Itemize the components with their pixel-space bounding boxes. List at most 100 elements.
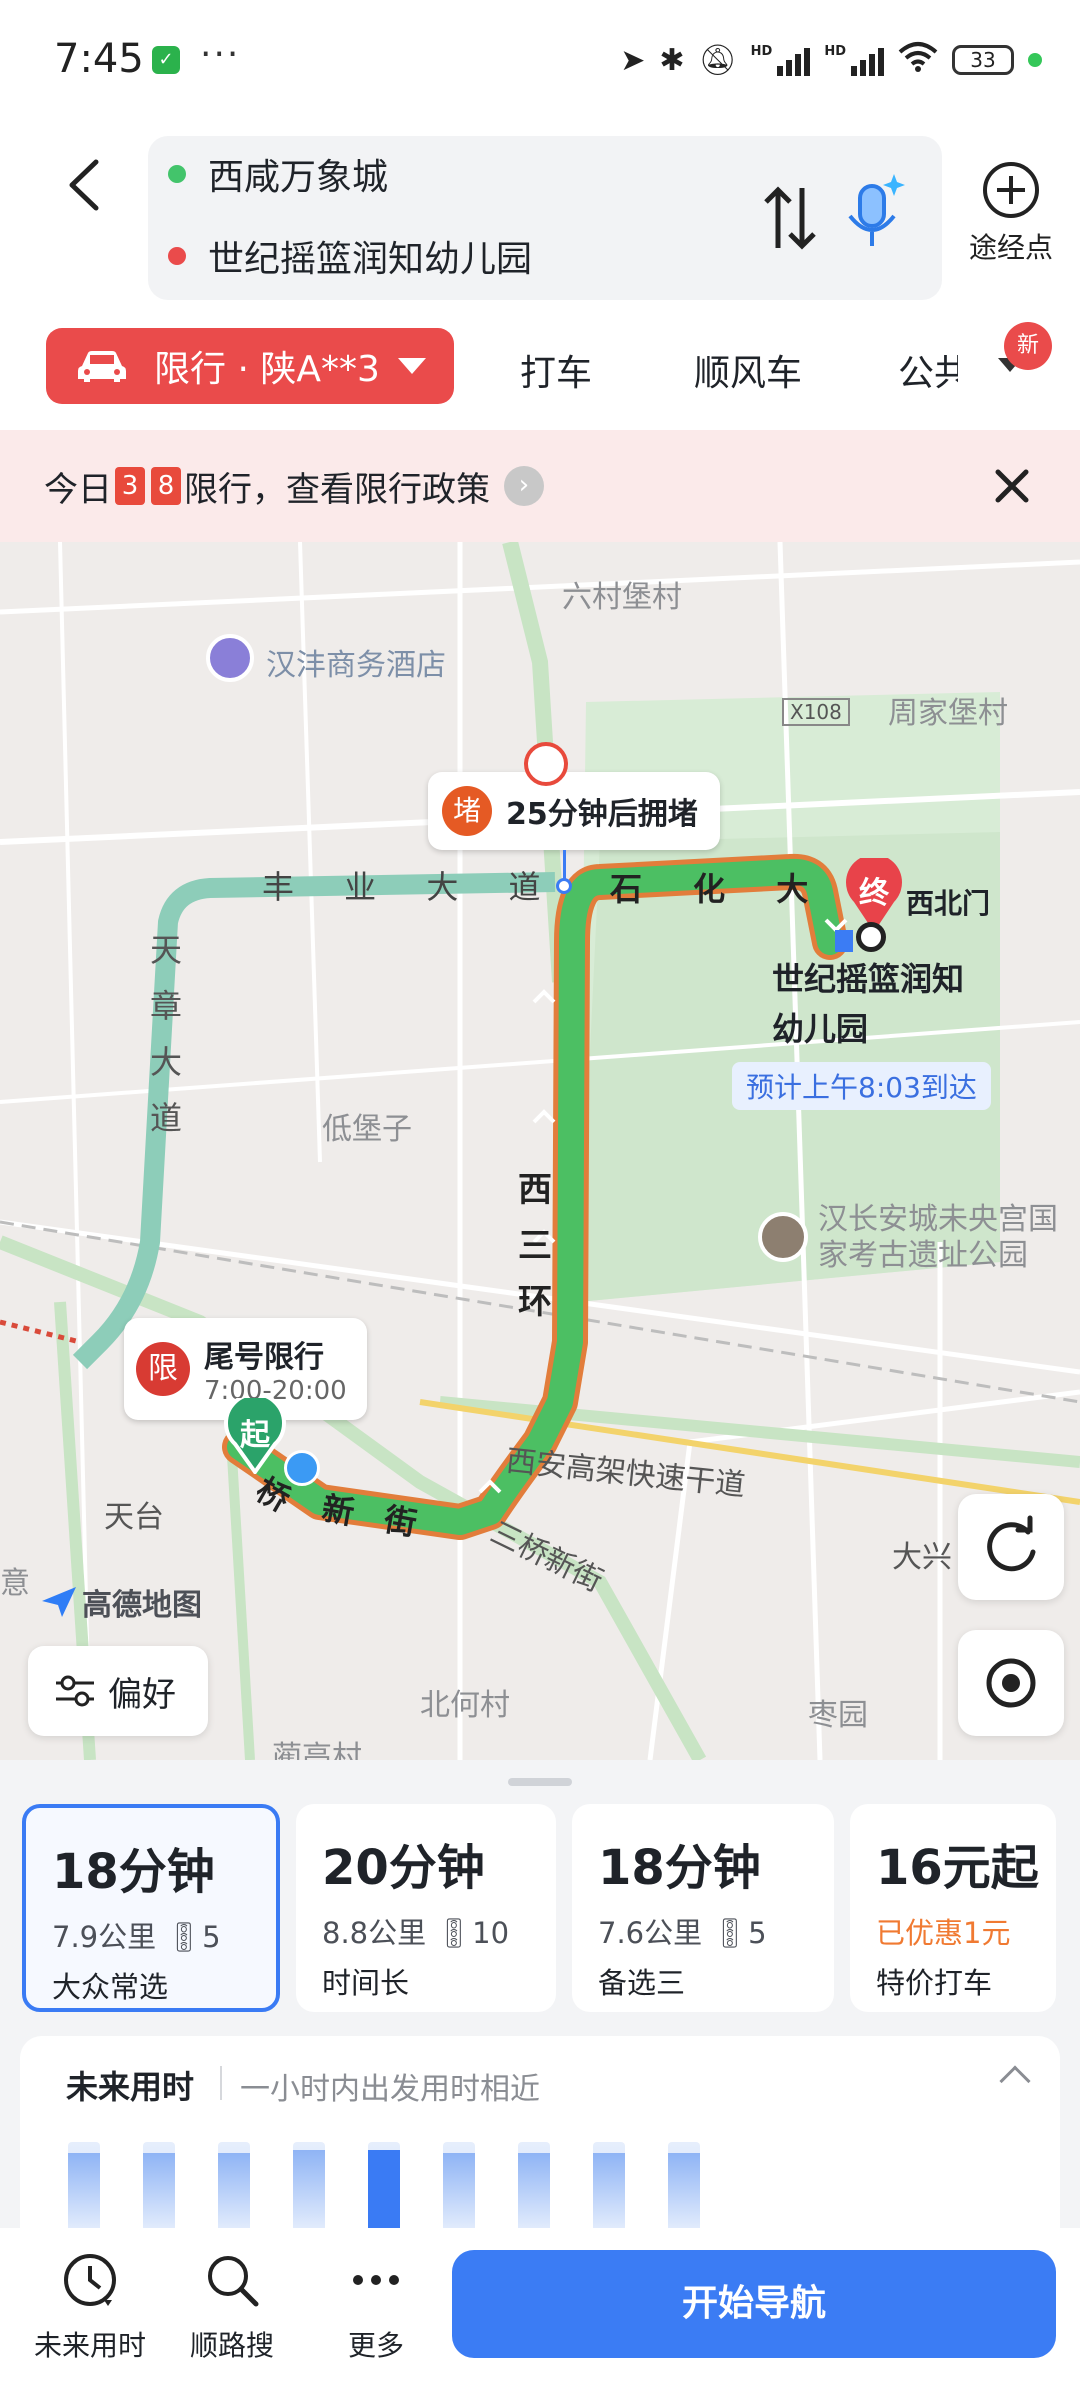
- voice-input-button[interactable]: [840, 170, 910, 260]
- signal-icon: HD: [751, 44, 811, 76]
- clock-icon: [64, 2254, 116, 2306]
- future-bar[interactable]: [368, 2142, 400, 2236]
- future-time-button[interactable]: 未来用时: [20, 2250, 160, 2364]
- future-bar-fill: [218, 2153, 250, 2236]
- privacy-indicator-dot: [1028, 53, 1042, 67]
- future-title: 未来用时: [66, 2068, 195, 2106]
- start-marker-label: 起: [240, 1418, 270, 1453]
- destination-point: [856, 922, 886, 952]
- transit-station-icon: [284, 1450, 320, 1486]
- eta-label: 预计上午8:03到达: [732, 1062, 991, 1110]
- future-bar-fill: [368, 2149, 400, 2236]
- more-dots-icon: [353, 2275, 399, 2285]
- congestion-point: [556, 878, 572, 894]
- map-view[interactable]: 六村堡村 汉沣商务酒店 X108 周家堡村 丰 业 大 道 石 化 大 道 天章…: [0, 542, 1080, 1760]
- restriction-notice[interactable]: 今日 3 8 限行，查看限行政策 ›: [0, 430, 1080, 542]
- origin-text: 西咸万象城: [208, 157, 389, 198]
- map-label-hotel: 汉沣商务酒店: [266, 648, 446, 683]
- taxi-card[interactable]: 16元起 已优惠1元 特价打车: [850, 1804, 1056, 2012]
- map-label-dipuzi: 低堡子: [322, 1112, 412, 1147]
- future-bar[interactable]: [293, 2142, 325, 2236]
- location-icon: ➤: [620, 42, 646, 78]
- destination-text: 世纪摇篮润知幼儿园: [208, 239, 533, 280]
- more-button[interactable]: 更多: [306, 2250, 446, 2364]
- status-icons: ➤ ✱ 🔕︎ HD HD 33: [620, 40, 1042, 80]
- amap-logo-text: 高德地图: [82, 1588, 202, 1623]
- map-label-liucunpu: 六村堡村: [562, 580, 682, 615]
- tab-transit[interactable]: 公共: [898, 344, 958, 396]
- car-icon: [78, 351, 126, 382]
- park-icon: [758, 1212, 808, 1262]
- search-along-button[interactable]: 顺路搜: [162, 2250, 302, 2364]
- future-bar[interactable]: [218, 2142, 250, 2236]
- destination-row[interactable]: 世纪摇篮润知幼儿园: [168, 226, 532, 286]
- future-time-panel: 未来用时 一小时内出发用时相近: [20, 2036, 1060, 2236]
- route-distance-lights: 8.8公里 🚦︎10: [322, 1916, 510, 1950]
- search-along-label: 顺路搜: [189, 2329, 274, 2362]
- future-bar[interactable]: [668, 2142, 700, 2236]
- status-bar: 7:45 ✓ ··· ➤ ✱ 🔕︎ HD HD 33: [0, 0, 1080, 120]
- map-label-beihe: 北何村: [420, 1688, 510, 1723]
- future-bar-fill: [68, 2153, 100, 2236]
- map-label-park: 汉长安城未央宫国家考古遗址公园: [818, 1202, 1058, 1273]
- map-label-lan: 蔺高村: [272, 1740, 362, 1760]
- dropdown-caret-icon: [397, 358, 426, 374]
- amap-logo-icon: [42, 1587, 76, 1617]
- destination-map-label: 世纪摇篮润知幼儿园: [772, 960, 965, 1048]
- restricted-digit-2: 8: [151, 467, 181, 505]
- battery-icon: 33: [952, 45, 1014, 75]
- search-icon: [208, 2256, 259, 2307]
- origin-row[interactable]: 西咸万象城: [168, 144, 388, 204]
- road-label-tiantai: 天台: [104, 1500, 164, 1535]
- future-subtitle: 一小时内出发用时相近: [240, 2072, 540, 2107]
- future-bar[interactable]: [68, 2142, 100, 2236]
- plus-circle-icon: [983, 162, 1039, 218]
- start-marker[interactable]: 起: [224, 1392, 286, 1476]
- tab-taxi[interactable]: 打车: [520, 344, 592, 396]
- sliders-icon: [56, 1675, 94, 1707]
- future-bar[interactable]: [143, 2142, 175, 2236]
- taxi-price: 16元起: [876, 1840, 1039, 1896]
- preference-button[interactable]: 偏好: [28, 1646, 208, 1736]
- congestion-bubble[interactable]: 堵 25分钟后拥堵: [428, 772, 720, 850]
- tab-carpool[interactable]: 顺风车: [694, 344, 802, 396]
- bluetooth-icon: ✱: [659, 42, 685, 78]
- route-card-1[interactable]: 18分钟 7.9公里 🚦︎5 大众常选: [22, 1804, 280, 2012]
- wechat-notification-icon: ✓: [152, 46, 180, 74]
- close-notice-button[interactable]: [988, 462, 1036, 510]
- future-bar-fill: [143, 2153, 175, 2236]
- close-icon: [995, 469, 1029, 503]
- notice-prefix: 今日: [44, 469, 112, 510]
- route-card-2[interactable]: 20分钟 8.8公里 🚦︎10 时间长: [296, 1804, 556, 2012]
- route-card-3[interactable]: 18分钟 7.6公里 🚦︎5 备选三: [572, 1804, 834, 2012]
- destination-dot-icon: [168, 247, 186, 265]
- road-label-fengye: 丰 业 大 道: [262, 868, 561, 906]
- add-waypoint-button[interactable]: 途经点: [956, 162, 1066, 266]
- origin-dot-icon: [168, 165, 186, 183]
- future-bar[interactable]: [593, 2142, 625, 2236]
- refresh-route-button[interactable]: [958, 1494, 1064, 1600]
- sheet-grabber[interactable]: [508, 1778, 572, 1786]
- mic-icon: [848, 174, 905, 246]
- locate-me-button[interactable]: [958, 1630, 1064, 1736]
- future-bar[interactable]: [443, 2142, 475, 2236]
- future-bar[interactable]: [518, 2142, 550, 2236]
- route-time: 20分钟: [322, 1840, 485, 1896]
- tab-drive-restricted[interactable]: 限行 · 陕A**3: [46, 328, 454, 404]
- future-bar-fill: [293, 2149, 325, 2236]
- bottom-action-bar: 未来用时 顺路搜 更多 开始导航: [0, 2228, 1080, 2403]
- signal-icon-2: HD: [824, 44, 884, 76]
- back-button[interactable]: [52, 150, 122, 220]
- route-options-sheet: 18分钟 7.9公里 🚦︎5 大众常选 20分钟 8.8公里 🚦︎10 时间长 …: [0, 1760, 1080, 2236]
- chevron-up-icon[interactable]: [999, 2065, 1031, 2097]
- notice-suffix: 限行，查看限行政策: [184, 469, 490, 510]
- map-label-zaoyuan: 枣园: [808, 1698, 868, 1733]
- swap-button[interactable]: [760, 182, 820, 254]
- route-time: 18分钟: [598, 1840, 761, 1896]
- new-badge: 新: [1004, 322, 1052, 370]
- map-label-x108: X108: [782, 698, 850, 726]
- mute-icon: 🔕︎: [698, 42, 737, 78]
- hotel-icon: [206, 634, 254, 682]
- start-navigation-button[interactable]: 开始导航: [452, 2250, 1056, 2358]
- road-label-xisanhuan: 西三环: [518, 1170, 552, 1322]
